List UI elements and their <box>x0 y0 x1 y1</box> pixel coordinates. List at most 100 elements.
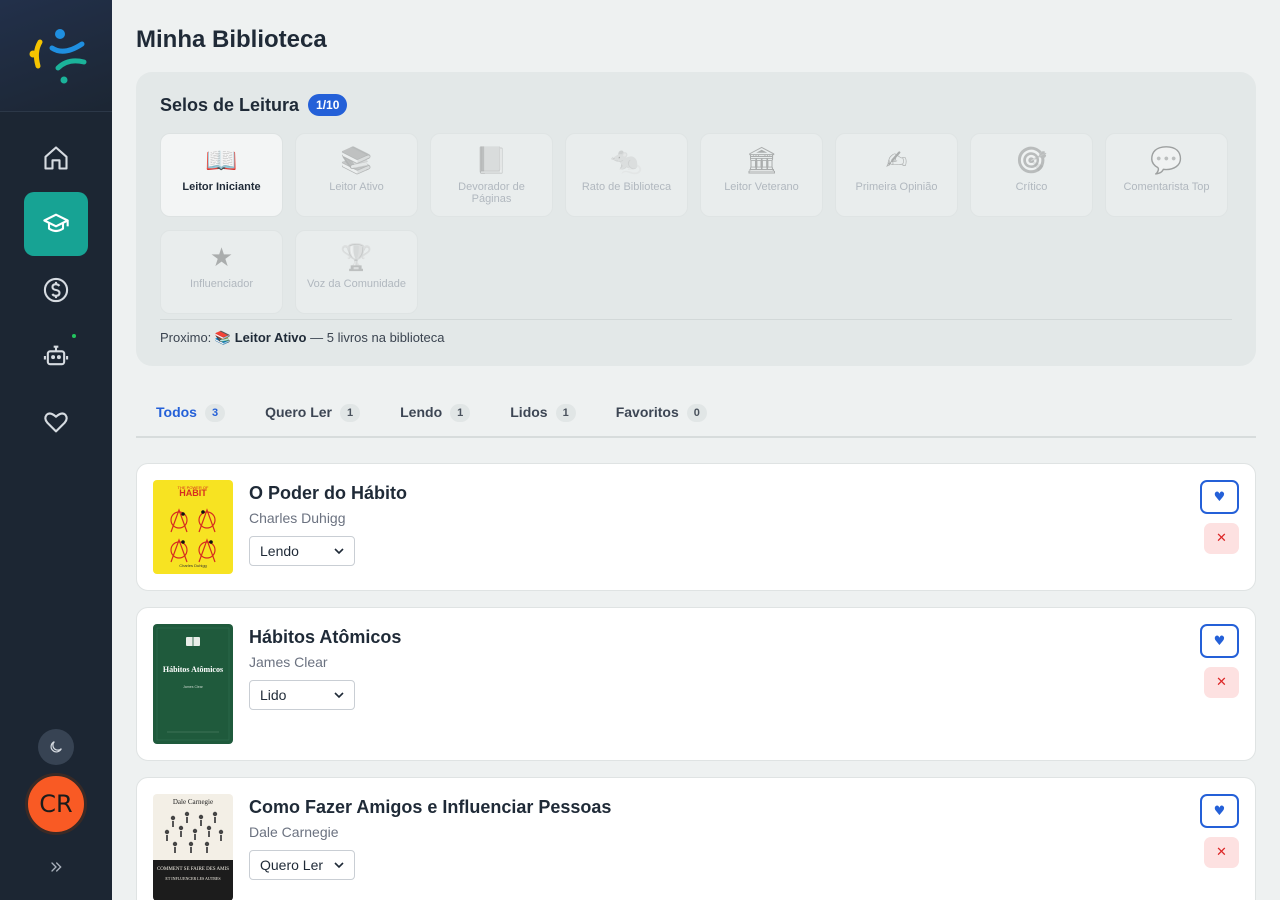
heart-icon: ♥ <box>1213 489 1226 505</box>
badge-label: Primeira Opinião <box>855 181 938 193</box>
badge-item[interactable]: 🏛 Leitor Veterano <box>700 133 823 217</box>
badges-title: Selos de Leitura <box>160 94 300 115</box>
tab-count-badge: 1 <box>555 404 576 422</box>
book-author: Dale Carnegie <box>249 824 339 840</box>
heart-icon: ♥ <box>1213 633 1226 649</box>
moon-icon <box>50 741 62 753</box>
badge-item[interactable]: 🎯 Crítico <box>970 133 1093 217</box>
badge-label: Rato de Biblioteca <box>581 181 672 193</box>
heart-icon <box>44 412 68 433</box>
avatar-initials: CR <box>39 790 73 818</box>
sidebar-item-finance[interactable] <box>24 258 88 322</box>
svg-text:Hábitos Atômicos: Hábitos Atômicos <box>163 665 223 674</box>
badge-item[interactable]: ★ Influenciador <box>160 230 283 314</box>
book-title: Hábitos Atômicos <box>249 627 402 647</box>
heart-icon: ♥ <box>1213 803 1226 819</box>
theme-toggle-button[interactable] <box>38 729 74 765</box>
book-card: THE POWER OF HABIT Charles Duhigg O Pode… <box>136 463 1256 591</box>
book-cover-image: Dale Carnegie COMMENT SE FAIRE DES AMIS … <box>153 794 233 900</box>
user-avatar[interactable]: CR <box>25 773 87 835</box>
badge-icon: ★ <box>209 243 234 273</box>
badge-item[interactable]: 📖 Leitor Iniciante <box>160 133 283 217</box>
chevrons-right-icon <box>51 862 62 872</box>
tab-quero-ler[interactable]: Quero Ler 1 <box>245 394 380 438</box>
tab-count-badge: 1 <box>340 404 361 422</box>
reading-badges-panel: Selos de Leitura 1/10 📖 Leitor Iniciante 📚… <box>136 72 1256 366</box>
home-icon <box>44 146 68 170</box>
graduation-cap-icon <box>43 213 69 233</box>
book-author: James Clear <box>249 654 328 670</box>
sidebar-item-favorites[interactable] <box>24 390 88 454</box>
reading-status-select[interactable]: Lendo <box>249 536 355 566</box>
badge-item[interactable]: 📚 Leitor Ativo <box>295 133 418 217</box>
app-logo[interactable] <box>0 0 112 112</box>
book-cover: Dale Carnegie COMMENT SE FAIRE DES AMIS … <box>153 794 233 900</box>
tab-count-badge: 3 <box>204 404 226 422</box>
tab-favoritos[interactable]: Favoritos 0 <box>596 394 727 438</box>
remove-book-button[interactable]: ✕ <box>1204 667 1239 698</box>
badge-item[interactable]: 📗 Devorador de Páginas <box>430 133 553 217</box>
svg-text:HABIT: HABIT <box>179 488 207 498</box>
badge-icon: 📚 <box>340 146 373 176</box>
badge-label: Devorador de Páginas <box>458 181 525 205</box>
book-cover: THE POWER OF HABIT Charles Duhigg <box>153 480 233 574</box>
sidebar-item-learning[interactable] <box>24 192 88 256</box>
books-icon: 📚 <box>214 330 232 345</box>
remove-book-button[interactable]: ✕ <box>1204 523 1239 554</box>
tab-todos[interactable]: Todos 3 <box>136 394 245 438</box>
book-cover-image: THE POWER OF HABIT Charles Duhigg <box>153 480 233 574</box>
library-tabs: Todos 3 Quero Ler 1 Lendo 1 Lidos 1 Favoritos 0 <box>136 394 1256 438</box>
badge-item[interactable]: 🏆 Voz da Comunidade <box>295 230 418 314</box>
book-cover-image: Hábitos Atômicos James Clear <box>153 624 233 744</box>
logo-icon <box>29 28 87 83</box>
main-content: Minha Biblioteca Selos de Leitura 1/10 📖… <box>112 0 1280 900</box>
close-icon: ✕ <box>1216 845 1227 860</box>
favorite-button[interactable]: ♥ <box>1200 624 1239 658</box>
favorite-button[interactable]: ♥ <box>1200 480 1239 514</box>
badge-item[interactable]: 🐀 Rato de Biblioteca <box>565 133 688 217</box>
book-title: O Poder do Hábito <box>249 483 408 503</box>
close-icon: ✕ <box>1216 675 1227 690</box>
sidebar-item-home[interactable] <box>24 126 88 190</box>
badge-item[interactable]: 💬 Comentarista Top <box>1105 133 1228 217</box>
next-badge-name: Leitor Ativo <box>234 330 307 345</box>
badge-item[interactable]: ✍ Primeira Opinião <box>835 133 958 217</box>
tab-count-badge: 1 <box>450 404 471 422</box>
robot-icon <box>43 345 69 366</box>
tab-label: Todos <box>156 404 197 420</box>
badge-icon: 📗 <box>475 146 508 176</box>
badge-icon: 🐀 <box>610 146 643 176</box>
badge-icon: 📖 <box>205 146 238 176</box>
badge-label: Voz da Comunidade <box>306 278 407 290</box>
badge-icon: 🎯 <box>1015 146 1048 176</box>
remove-book-button[interactable]: ✕ <box>1204 837 1239 868</box>
badge-icon: ✍ <box>885 146 908 176</box>
sidebar-item-assistant[interactable] <box>24 324 88 388</box>
book-card: Dale Carnegie COMMENT SE FAIRE DES AMIS … <box>136 777 1256 900</box>
svg-text:Dale Carnegie: Dale Carnegie <box>173 798 213 806</box>
svg-text:ET INFLUENCER LES AUTRES: ET INFLUENCER LES AUTRES <box>165 876 220 881</box>
badge-icon: 🏛 <box>744 146 778 176</box>
badge-label: Leitor Ativo <box>329 181 384 193</box>
close-icon: ✕ <box>1216 531 1227 546</box>
book-author: Charles Duhigg <box>249 510 346 526</box>
notification-dot <box>72 334 76 338</box>
tab-label: Lidos <box>510 404 548 420</box>
reading-status-select[interactable]: Lido <box>249 680 355 710</box>
badge-label: Comentarista Top <box>1123 181 1210 193</box>
tab-lidos[interactable]: Lidos 1 <box>490 394 595 438</box>
badge-label: Leitor Veterano <box>724 181 799 193</box>
tab-lendo[interactable]: Lendo 1 <box>380 394 490 438</box>
badge-label: Influenciador <box>190 278 253 290</box>
tab-count-badge: 0 <box>686 404 707 422</box>
favorite-button[interactable]: ♥ <box>1200 794 1239 828</box>
page-title: Minha Biblioteca <box>136 26 327 53</box>
tab-label: Favoritos <box>615 404 679 420</box>
badge-icon: 🏆 <box>340 243 373 273</box>
reading-status-select[interactable]: Quero Ler <box>249 850 355 880</box>
svg-text:Charles Duhigg: Charles Duhigg <box>179 563 207 568</box>
tab-label: Quero Ler <box>265 404 332 420</box>
expand-sidebar-button[interactable] <box>44 855 68 879</box>
badge-label: Crítico <box>1015 181 1048 193</box>
sidebar-nav <box>0 112 112 456</box>
